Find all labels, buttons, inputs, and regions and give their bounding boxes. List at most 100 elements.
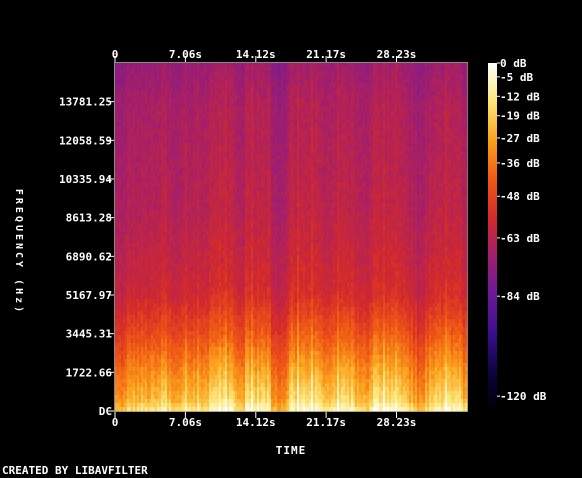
spectrogram-cell	[425, 115, 428, 120]
spectrogram-cell	[369, 131, 372, 136]
spectrogram-cell	[139, 143, 142, 148]
spectrogram-cell	[187, 131, 190, 136]
spectrogram-cell	[193, 115, 196, 120]
spectrogram-cell	[281, 71, 284, 76]
spectrogram-cell	[181, 131, 184, 136]
spectrogram-cell	[353, 87, 356, 92]
spectrogram-cell	[221, 107, 224, 112]
spectrogram-cell	[183, 147, 186, 152]
spectrogram-cell	[403, 83, 406, 88]
spectrogram-cell	[345, 111, 348, 116]
spectrogram-cell	[299, 163, 302, 168]
spectrogram-cell	[309, 95, 312, 100]
spectrogram-cell	[253, 119, 256, 124]
spectrogram-cell	[221, 131, 224, 136]
spectrogram-cell	[431, 99, 434, 104]
spectrogram-cell	[157, 111, 160, 116]
spectrogram-cell	[263, 155, 266, 160]
spectrogram-cell	[139, 75, 142, 80]
spectrogram-cell	[187, 67, 190, 72]
spectrogram-cell	[139, 139, 142, 144]
spectrogram-cell	[279, 115, 282, 120]
spectrogram-cell	[455, 111, 458, 116]
spectrogram-cell	[387, 99, 390, 104]
spectrogram-cell	[375, 67, 378, 72]
spectrogram-cell	[189, 135, 192, 140]
spectrogram-cell	[241, 71, 244, 76]
spectrogram-cell	[289, 107, 292, 112]
spectrogram-cell	[199, 143, 202, 148]
spectrogram-cell	[375, 139, 378, 144]
spectrogram-cell	[293, 83, 296, 88]
spectrogram-cell	[115, 111, 118, 116]
spectrogram-cell	[339, 131, 342, 136]
spectrogram-cell	[435, 107, 438, 112]
spectrogram-cell	[171, 151, 174, 156]
spectrogram-cell	[219, 103, 222, 108]
spectrogram-cell	[349, 87, 352, 92]
spectrogram-cell	[443, 95, 446, 100]
spectrogram-cell	[315, 115, 318, 120]
spectrogram-cell	[287, 143, 290, 148]
spectrogram-cell	[315, 91, 318, 96]
spectrogram-cell	[311, 71, 314, 76]
spectrogram-cell	[291, 75, 294, 80]
spectrogram-cell	[177, 139, 180, 144]
spectrogram-cell	[341, 95, 344, 100]
spectrogram-cell	[333, 103, 336, 108]
spectrogram-cell	[321, 79, 324, 84]
spectrogram-cell	[409, 99, 412, 104]
spectrogram-cell	[233, 155, 236, 160]
spectrogram-cell	[195, 79, 198, 84]
spectrogram-cell	[149, 83, 152, 88]
spectrogram-cell	[321, 111, 324, 116]
spectrogram-cell	[357, 63, 360, 68]
spectrogram-cell	[285, 67, 288, 72]
spectrogram-cell	[127, 87, 130, 92]
spectrogram-cell	[361, 135, 364, 140]
spectrogram-cell	[345, 103, 348, 108]
spectrogram-cell	[251, 135, 254, 140]
spectrogram-cell	[437, 115, 440, 120]
spectrogram-cell	[145, 95, 148, 100]
spectrogram-cell	[361, 111, 364, 116]
spectrogram-cell	[465, 63, 468, 68]
spectrogram-cell	[333, 155, 336, 160]
spectrogram-cell	[303, 151, 306, 156]
spectrogram-cell	[295, 127, 298, 132]
spectrogram-cell	[127, 95, 130, 100]
spectrogram-cell	[457, 151, 460, 156]
spectrogram-cell	[201, 87, 204, 92]
spectrogram-cell	[375, 147, 378, 152]
spectrogram-cell	[201, 151, 204, 156]
spectrogram-cell	[125, 91, 128, 96]
spectrogram-cell	[405, 123, 408, 128]
spectrogram-cell	[245, 119, 248, 124]
spectrogram-cell	[313, 115, 316, 120]
spectrogram-cell	[233, 79, 236, 84]
spectrogram-cell	[349, 103, 352, 108]
spectrogram-cell	[277, 71, 280, 76]
spectrogram-cell	[203, 143, 206, 148]
spectrogram-cell	[143, 159, 146, 164]
spectrogram-cell	[227, 87, 230, 92]
spectrogram-cell	[231, 175, 234, 180]
spectrogram-cell	[203, 71, 206, 76]
spectrogram-cell	[263, 63, 266, 68]
spectrogram-cell	[337, 119, 340, 124]
spectrogram-cell	[139, 103, 142, 108]
spectrogram-cell	[465, 139, 468, 144]
spectrogram-cell	[395, 83, 398, 88]
spectrogram-cell	[305, 135, 308, 140]
spectrogram-cell	[189, 115, 192, 120]
spectrogram-cell	[171, 175, 174, 180]
spectrogram-cell	[385, 147, 388, 152]
spectrogram-cell	[357, 147, 360, 152]
spectrogram-cell	[443, 91, 446, 96]
spectrogram-cell	[243, 151, 246, 156]
spectrogram-cell	[369, 111, 372, 116]
spectrogram-cell	[457, 87, 460, 92]
spectrogram-cell	[133, 79, 136, 84]
spectrogram-cell	[165, 135, 168, 140]
spectrogram-cell	[381, 103, 384, 108]
